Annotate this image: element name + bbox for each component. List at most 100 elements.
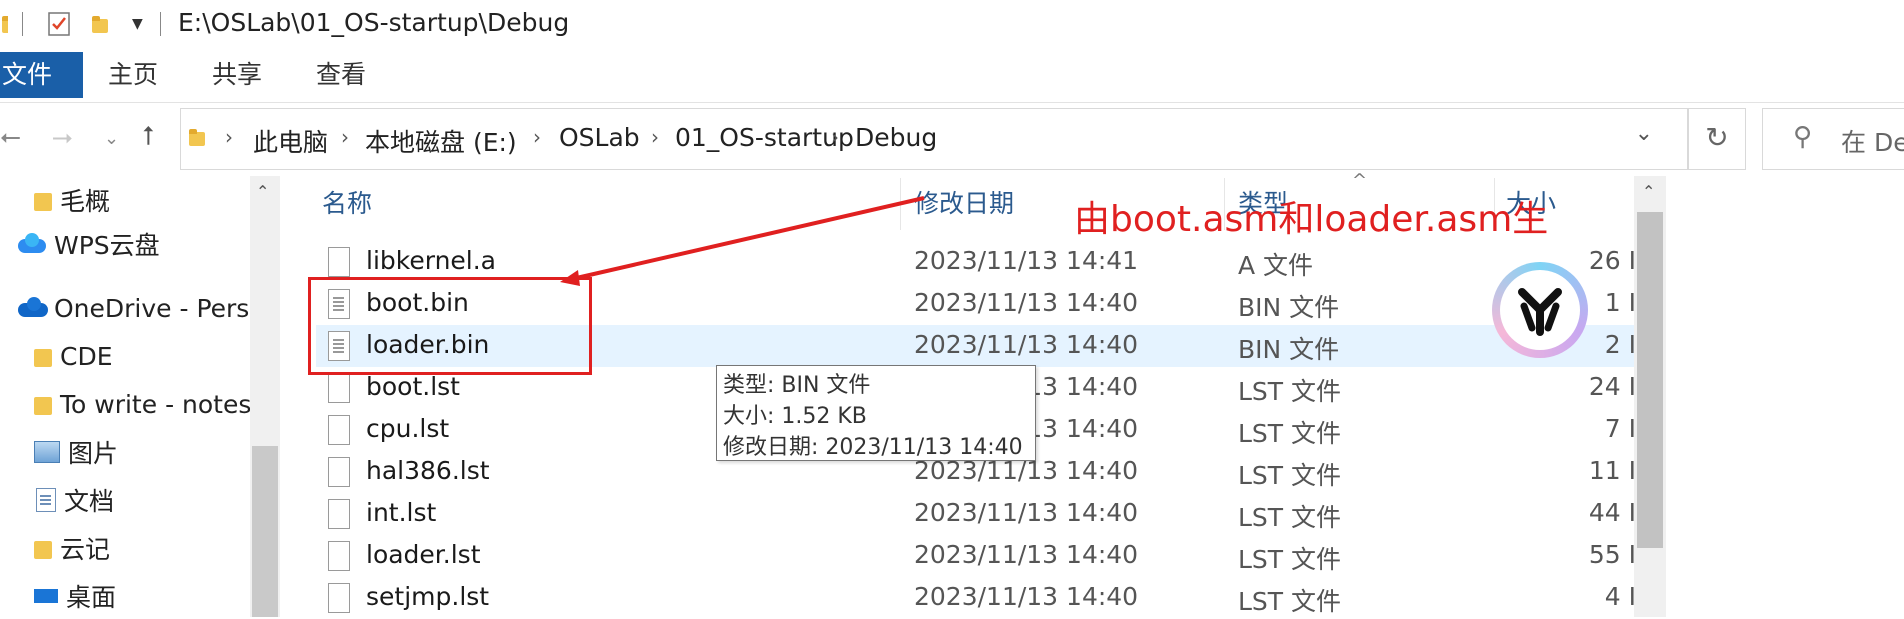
tab-home[interactable]: 主页: [108, 52, 158, 98]
address-bar[interactable]: › 此电脑 › 本地磁盘 (E:) › OSLab › 01_OS-startu…: [180, 108, 1688, 170]
file-type: LST 文件: [1238, 461, 1342, 490]
scrollbar-thumb[interactable]: [1637, 212, 1663, 548]
properties-button[interactable]: [46, 10, 72, 38]
file-size: 4 I: [1604, 582, 1636, 611]
chevron-right-icon[interactable]: ›: [651, 125, 659, 149]
column-header-date[interactable]: 修改日期: [914, 178, 1014, 230]
navigation-bar: ⭠ ⭢ ⌄ ⭡ › 此电脑 › 本地磁盘 (E:) › OSLab › 01_O…: [0, 108, 1904, 170]
breadcrumb-os-startup[interactable]: 01_OS-startup: [675, 123, 854, 152]
file-icon: [328, 499, 350, 529]
breadcrumb-debug[interactable]: Debug: [855, 123, 937, 152]
sort-caret-icon: ^: [1352, 170, 1368, 191]
nav-item-onedrive[interactable]: OneDrive - Perso: [18, 288, 250, 328]
nav-item-label: 毛概: [60, 187, 111, 216]
breadcrumb-this-pc[interactable]: 此电脑: [253, 123, 328, 159]
file-icon: [328, 457, 350, 487]
folder-icon: [34, 345, 52, 367]
scroll-up-arrow-icon[interactable]: ⌃: [1642, 182, 1655, 201]
chevron-right-icon[interactable]: ›: [225, 125, 233, 149]
file-name: setjmp.lst: [366, 582, 490, 611]
nav-item-pictures[interactable]: 图片: [34, 432, 118, 472]
new-folder-button[interactable]: [90, 10, 110, 38]
file-size: 24 I: [1588, 372, 1636, 401]
file-name: libkernel.a: [366, 246, 497, 275]
desktop-icon: [34, 589, 58, 603]
search-box[interactable]: ⚲ 在 De: [1762, 108, 1904, 170]
tab-file[interactable]: 文件: [0, 52, 83, 98]
tab-share[interactable]: 共享: [212, 52, 262, 98]
file-icon: [328, 541, 350, 571]
file-type: LST 文件: [1238, 545, 1342, 574]
up-arrow-icon[interactable]: ⭡: [142, 122, 154, 153]
wps-cloud-icon: [18, 233, 46, 255]
dropdown-arrow-icon: ▼: [132, 16, 143, 32]
nav-item-desktop[interactable]: 桌面: [34, 576, 116, 616]
tooltip-type: 类型: BIN 文件: [723, 373, 871, 398]
file-tooltip: 类型: BIN 文件 大小: 1.52 KB 修改日期: 2023/11/13 …: [716, 365, 1036, 461]
chevron-right-icon[interactable]: ›: [341, 125, 349, 149]
assistant-logo-icon: [1518, 288, 1562, 336]
file-type: BIN 文件: [1238, 335, 1340, 364]
new-folder-icon: [90, 13, 110, 35]
recent-locations-chevron-icon[interactable]: ⌄: [104, 128, 119, 149]
checkmark-properties-icon: [48, 12, 70, 36]
file-size: 44 I: [1588, 498, 1636, 527]
file-row-int-lst[interactable]: int.lst 2023/11/13 14:40 LST 文件 44 I: [316, 493, 1636, 535]
file-row-setjmp-lst[interactable]: setjmp.lst 2023/11/13 14:40 LST 文件 4 I: [316, 577, 1636, 619]
address-dropdown-icon[interactable]: ⌄: [1635, 121, 1653, 146]
nav-item-label: 桌面: [66, 583, 117, 612]
folder-icon: [34, 537, 52, 559]
refresh-button[interactable]: ↻: [1688, 108, 1746, 170]
file-name: boot.lst: [366, 372, 460, 401]
file-type: LST 文件: [1238, 419, 1342, 448]
nav-item-label: 文档: [64, 487, 115, 516]
file-icon: [328, 373, 350, 403]
column-divider[interactable]: [900, 178, 901, 230]
scroll-up-arrow-icon[interactable]: ⌃: [256, 182, 269, 201]
file-name: loader.lst: [366, 540, 481, 569]
breadcrumb-local-disk-e[interactable]: 本地磁盘 (E:): [365, 123, 517, 159]
tab-view[interactable]: 查看: [316, 52, 366, 98]
file-icon: [328, 583, 350, 613]
file-list-scrollbar[interactable]: ⌃: [1634, 176, 1666, 617]
file-name: int.lst: [366, 498, 437, 527]
file-size: 1 I: [1604, 288, 1636, 317]
file-type: A 文件: [1238, 251, 1314, 280]
tooltip-size: 大小: 1.52 KB: [723, 404, 867, 429]
pictures-icon: [34, 441, 60, 463]
nav-item-yunji[interactable]: 云记: [34, 528, 110, 568]
back-arrow-icon[interactable]: ⭠: [0, 122, 21, 153]
floating-assistant-badge[interactable]: [1492, 262, 1588, 358]
tooltip-modified: 修改日期: 2023/11/13 14:40: [723, 435, 1023, 460]
navigation-pane: 毛概 WPS云盘 OneDrive - Perso CDE To write -…: [0, 176, 250, 617]
search-icon: ⚲: [1793, 122, 1813, 152]
file-row-loader-lst[interactable]: loader.lst 2023/11/13 14:40 LST 文件 55 I: [316, 535, 1636, 577]
file-date: 2023/11/13 14:40: [914, 582, 1139, 611]
quick-access-toolbar: [0, 10, 8, 38]
chevron-right-icon[interactable]: ›: [831, 125, 839, 149]
file-date: 2023/11/13 14:40: [914, 288, 1139, 317]
customize-toolbar-dropdown[interactable]: ▼: [132, 10, 143, 38]
nav-item-documents[interactable]: 文档: [36, 480, 114, 520]
divider: [22, 12, 23, 36]
nav-item-wps-cloud[interactable]: WPS云盘: [18, 224, 160, 264]
nav-item-to-write-notes[interactable]: To write - notes: [34, 384, 250, 424]
file-icon: [328, 247, 350, 277]
nav-item-maogai[interactable]: 毛概: [34, 180, 110, 220]
nav-item-label: WPS云盘: [54, 231, 160, 260]
refresh-icon: ↻: [1705, 121, 1729, 154]
onedrive-icon: [18, 297, 48, 319]
file-icon: [328, 415, 350, 445]
nav-item-label: OneDrive - Perso: [54, 293, 250, 323]
folder-icon: [0, 13, 8, 35]
divider: [160, 12, 161, 36]
chevron-right-icon[interactable]: ›: [533, 125, 541, 149]
scrollbar-thumb[interactable]: [252, 446, 278, 617]
file-date: 2023/11/13 14:40: [914, 498, 1139, 527]
navigation-pane-scrollbar[interactable]: ⌃: [250, 176, 280, 617]
nav-item-cde[interactable]: CDE: [34, 336, 113, 376]
column-header-name[interactable]: 名称: [322, 178, 372, 230]
ribbon: 文件 主页 共享 查看: [0, 52, 1904, 103]
forward-arrow-icon[interactable]: ⭢: [52, 122, 73, 153]
breadcrumb-oslab[interactable]: OSLab: [559, 123, 640, 152]
